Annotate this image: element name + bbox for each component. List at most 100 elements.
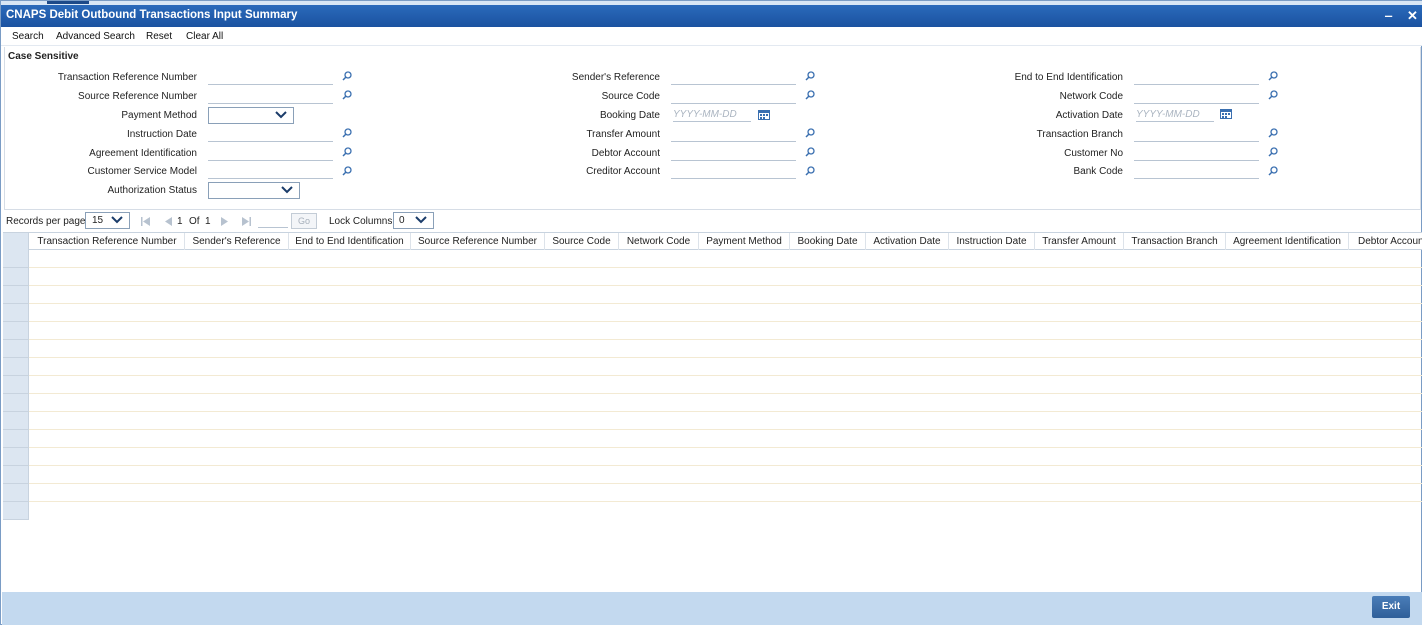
row-header[interactable] [3, 502, 29, 520]
bank-code-label: Bank Code [1073, 166, 1123, 177]
minimize-button[interactable]: ‒ [1385, 8, 1392, 23]
instruction-date-input[interactable] [208, 128, 333, 142]
transaction-reference-number-input[interactable] [208, 71, 333, 85]
col-source-reference-number[interactable]: Source Reference Number [411, 233, 545, 250]
customer-no-input[interactable] [1134, 147, 1259, 161]
search-button[interactable]: Search [12, 31, 44, 42]
table-row[interactable] [29, 322, 1422, 340]
col-debtor-account[interactable]: Debtor Account [1349, 233, 1422, 250]
end-to-end-identification-input[interactable] [1134, 71, 1259, 85]
table-row[interactable] [29, 394, 1422, 412]
source-code-input[interactable] [671, 90, 796, 104]
advanced-search-button[interactable]: Advanced Search [56, 31, 135, 42]
search-icon[interactable] [805, 166, 815, 176]
table-row[interactable] [29, 430, 1422, 448]
customer-service-model-input[interactable] [208, 165, 333, 179]
prev-page-icon[interactable] [164, 217, 172, 226]
records-per-page-select[interactable]: 15 [85, 212, 130, 229]
table-row[interactable] [29, 250, 1422, 268]
close-button[interactable]: ✕ [1407, 8, 1418, 24]
booking-date-input[interactable] [673, 108, 751, 122]
page-number-input[interactable] [258, 215, 288, 228]
clear-all-button[interactable]: Clear All [186, 31, 223, 42]
authorization-status-select[interactable] [208, 182, 300, 199]
search-icon[interactable] [805, 147, 815, 157]
col-booking-date[interactable]: Booking Date [790, 233, 866, 250]
table-row[interactable] [29, 268, 1422, 286]
reset-button[interactable]: Reset [146, 31, 172, 42]
table-row[interactable] [29, 448, 1422, 466]
row-header[interactable] [3, 394, 29, 412]
row-header[interactable] [3, 358, 29, 376]
row-header[interactable] [3, 376, 29, 394]
row-header[interactable] [3, 430, 29, 448]
activation-date-input[interactable] [1136, 108, 1214, 122]
col-activation-date[interactable]: Activation Date [866, 233, 949, 250]
col-transaction-reference-number[interactable]: Transaction Reference Number [30, 233, 185, 250]
row-header[interactable] [3, 484, 29, 502]
search-icon[interactable] [1268, 147, 1278, 157]
row-header[interactable] [3, 412, 29, 430]
search-icon[interactable] [805, 90, 815, 100]
senders-reference-input[interactable] [671, 71, 796, 85]
last-page-icon[interactable] [242, 217, 251, 226]
search-icon[interactable] [805, 71, 815, 81]
row-header[interactable] [3, 250, 29, 268]
search-icon[interactable] [1268, 71, 1278, 81]
col-transaction-branch[interactable]: Transaction Branch [1124, 233, 1226, 250]
lock-columns-select[interactable]: 0 [393, 212, 434, 229]
row-header[interactable] [3, 304, 29, 322]
next-page-icon[interactable] [221, 217, 229, 226]
search-icon[interactable] [1268, 166, 1278, 176]
search-icon[interactable] [342, 90, 352, 100]
col-network-code[interactable]: Network Code [619, 233, 699, 250]
bank-code-input[interactable] [1134, 165, 1259, 179]
lock-columns-value: 0 [399, 215, 405, 226]
search-icon[interactable] [1268, 90, 1278, 100]
search-icon[interactable] [342, 147, 352, 157]
col-senders-reference[interactable]: Sender's Reference [185, 233, 289, 250]
table-row[interactable] [29, 340, 1422, 358]
debtor-account-input[interactable] [671, 147, 796, 161]
col-instruction-date[interactable]: Instruction Date [949, 233, 1035, 250]
table-row[interactable] [29, 304, 1422, 322]
table-row[interactable] [29, 484, 1422, 502]
col-transfer-amount[interactable]: Transfer Amount [1035, 233, 1124, 250]
agreement-identification-input[interactable] [208, 147, 333, 161]
col-end-to-end-identification[interactable]: End to End Identification [289, 233, 411, 250]
search-icon[interactable] [805, 128, 815, 138]
table-row[interactable] [29, 412, 1422, 430]
row-header[interactable] [3, 322, 29, 340]
payment-method-select[interactable] [208, 107, 294, 124]
activation-date-label: Activation Date [1055, 110, 1123, 121]
row-header[interactable] [3, 448, 29, 466]
row-header[interactable] [3, 268, 29, 286]
transaction-branch-input[interactable] [1134, 128, 1259, 142]
source-reference-number-input[interactable] [208, 90, 333, 104]
creditor-account-input[interactable] [671, 165, 796, 179]
col-agreement-identification[interactable]: Agreement Identification [1226, 233, 1349, 250]
table-row[interactable] [29, 358, 1422, 376]
exit-button[interactable]: Exit [1372, 596, 1410, 618]
col-payment-method[interactable]: Payment Method [699, 233, 790, 250]
search-icon[interactable] [342, 128, 352, 138]
calendar-icon[interactable] [758, 110, 770, 120]
network-code-label: Network Code [1059, 91, 1123, 102]
row-header[interactable] [3, 340, 29, 358]
table-row[interactable] [29, 376, 1422, 394]
table-row[interactable] [29, 286, 1422, 304]
go-button[interactable]: Go [291, 213, 317, 229]
transfer-amount-input[interactable] [671, 128, 796, 142]
first-page-icon[interactable] [141, 217, 150, 226]
cnaps-summary-window: CNAPS Debit Outbound Transactions Input … [0, 0, 1422, 625]
search-icon[interactable] [1268, 128, 1278, 138]
row-header[interactable] [3, 466, 29, 484]
table-row[interactable] [29, 466, 1422, 484]
window-title: CNAPS Debit Outbound Transactions Input … [6, 9, 298, 21]
col-source-code[interactable]: Source Code [545, 233, 619, 250]
calendar-icon[interactable] [1220, 109, 1232, 119]
search-icon[interactable] [342, 71, 352, 81]
search-icon[interactable] [342, 166, 352, 176]
row-header[interactable] [3, 286, 29, 304]
network-code-input[interactable] [1134, 90, 1259, 104]
